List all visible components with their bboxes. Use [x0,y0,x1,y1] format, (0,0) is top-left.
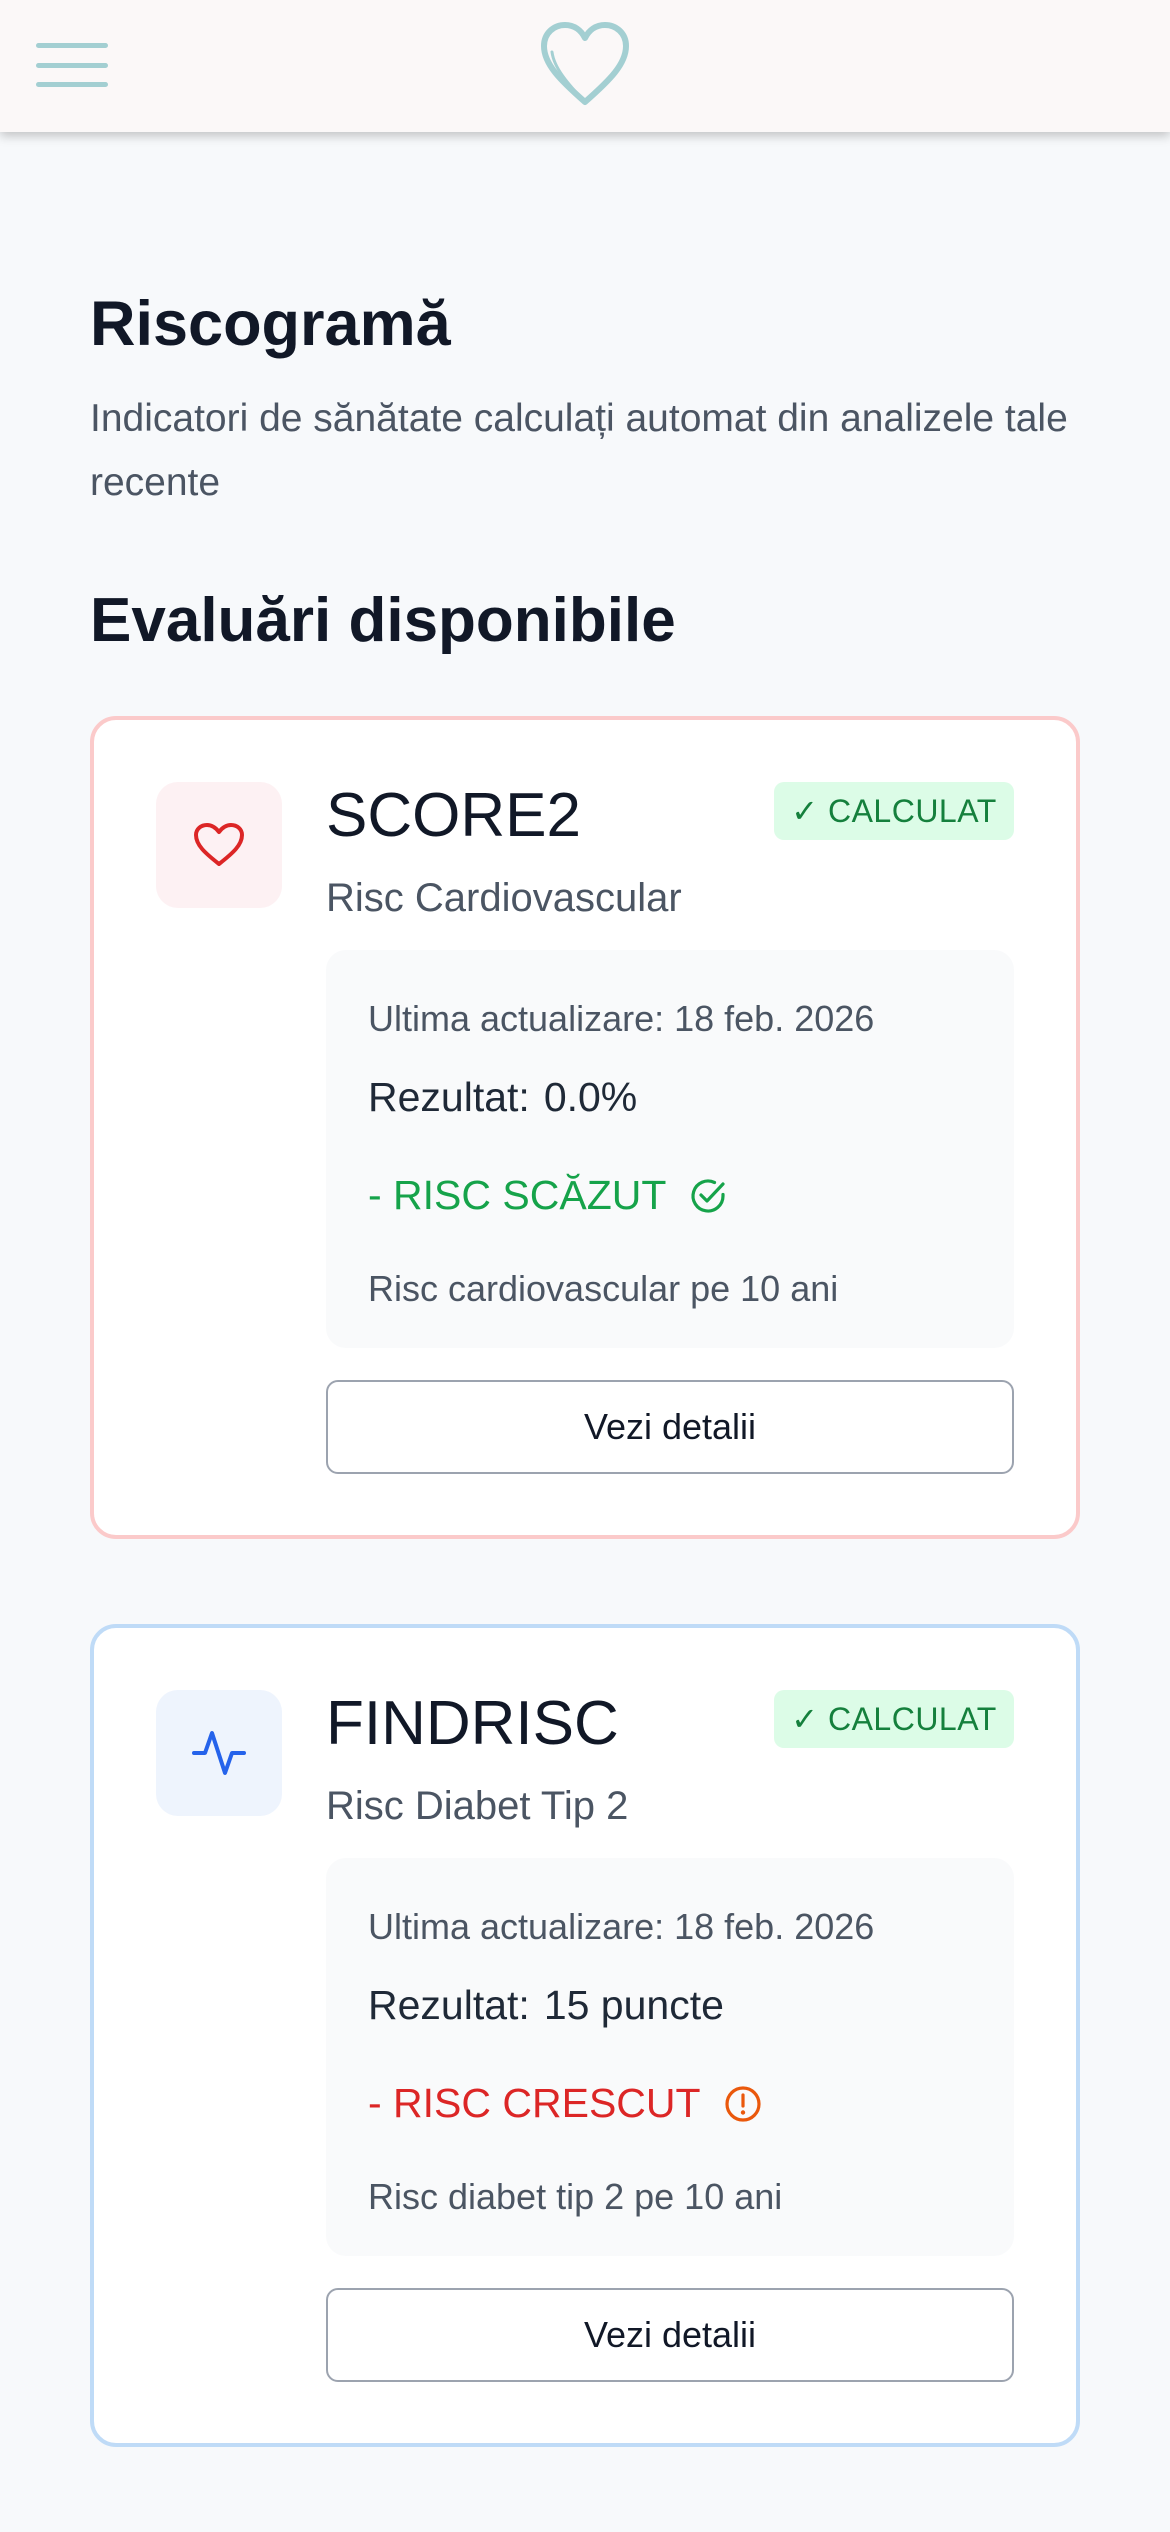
result-box: Ultima actualizare: 18 feb. 2026 Rezulta… [326,1858,1014,2256]
risk-level: - RISC CRESCUT [368,2080,763,2127]
result-box: Ultima actualizare: 18 feb. 2026 Rezulta… [326,950,1014,1348]
page-subtitle: Indicatori de sănătate calculați automat… [90,397,1068,505]
view-details-button[interactable]: Vezi detalii [326,1380,1014,1474]
status-badge: ✓ CALCULAT [774,1690,1014,1748]
result-line: Rezultat: 15 puncte [368,1982,724,2029]
last-updated: Ultima actualizare: 18 feb. 2026 [368,1906,875,1947]
risk-label: - RISC SCĂZUT [368,1172,667,1218]
assessment-card-findrisc: FINDRISC Risc Diabet Tip 2 ✓ CALCULAT Ul… [90,1624,1080,2447]
result-label: Rezultat: [368,1982,530,2028]
status-badge: ✓ CALCULAT [774,782,1014,840]
activity-pulse-icon [156,1690,282,1816]
check-circle-icon [691,1178,726,1213]
risk-description: Risc diabet tip 2 pe 10 ani [368,2176,783,2217]
result-value: 15 puncte [543,1982,724,2028]
hamburger-menu-icon[interactable] [36,40,108,90]
risk-level: - RISC SCĂZUT [368,1172,728,1219]
last-updated: Ultima actualizare: 18 feb. 2026 [368,998,875,1039]
alert-circle-icon [724,2085,761,2122]
heart-icon [156,782,282,908]
top-bar [0,0,1170,132]
result-value: 0.0% [543,1074,638,1120]
assessment-card-score2: SCORE2 Risc Cardiovascular ✓ CALCULAT Ul… [90,716,1080,1539]
page-title: Riscogramă [90,289,451,359]
section-title: Evaluări disponibile [90,586,676,656]
risk-label: - RISC CRESCUT [368,2080,701,2126]
view-details-button[interactable]: Vezi detalii [326,2288,1014,2382]
assessment-name: SCORE2 [326,781,581,850]
assessment-description: Risc Cardiovascular [326,876,682,920]
assessment-name: FINDRISC [326,1689,619,1758]
heart-outline-logo-icon[interactable] [540,22,630,108]
risk-description: Risc cardiovascular pe 10 ani [368,1268,839,1309]
main-content: Riscogramă Indicatori de sănătate calcul… [90,132,1080,2447]
result-label: Rezultat: [368,1074,530,1120]
result-line: Rezultat: 0.0% [368,1074,637,1121]
assessment-description: Risc Diabet Tip 2 [326,1784,629,1828]
